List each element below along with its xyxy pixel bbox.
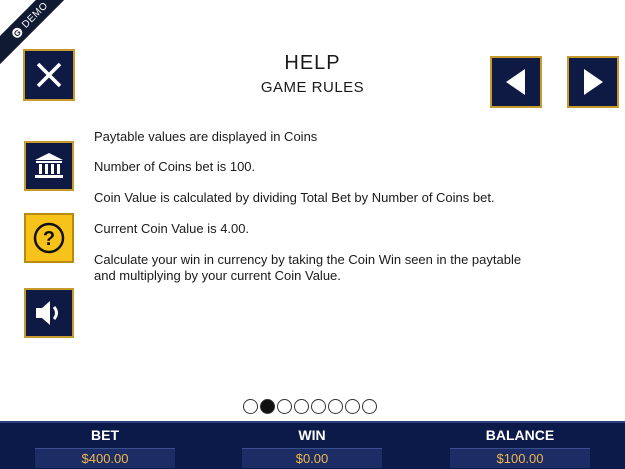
rule-coin-value-calc: Coin Value is calculated by dividing Tot…	[94, 190, 495, 205]
demo-label: DEMO	[19, 0, 51, 31]
page-dot-6[interactable]	[328, 399, 343, 414]
demo-badge-icon: G	[10, 25, 25, 40]
rule-paytable-coins: Paytable values are displayed in Coins	[94, 129, 318, 144]
sound-button[interactable]	[24, 288, 74, 338]
next-page-button[interactable]	[567, 56, 619, 108]
bank-icon	[35, 153, 63, 178]
paytable-button[interactable]	[24, 141, 74, 191]
triangle-right-icon	[584, 69, 603, 95]
speaker-icon	[36, 301, 58, 325]
balance-display: BALANCE $100.00	[430, 423, 610, 468]
rules-text: Paytable values are displayed in Coins N…	[94, 129, 534, 299]
page-dot-1[interactable]	[243, 399, 258, 414]
page-dot-2[interactable]	[260, 399, 275, 414]
page-dot-5[interactable]	[311, 399, 326, 414]
bet-label: BET	[91, 427, 119, 443]
svg-text:?: ?	[43, 228, 55, 250]
rule-coins-bet: Number of Coins bet is 100.	[94, 159, 256, 174]
balance-value: $100.00	[450, 448, 590, 468]
page-dot-7[interactable]	[345, 399, 360, 414]
page-dot-8[interactable]	[362, 399, 377, 414]
triangle-left-icon	[506, 69, 525, 95]
status-bar: BET $400.00 WIN $0.00 BALANCE $100.00	[0, 421, 625, 469]
page-indicator	[243, 399, 377, 414]
win-display: WIN $0.00	[222, 423, 402, 468]
page-dot-3[interactable]	[277, 399, 292, 414]
win-value: $0.00	[242, 448, 382, 468]
win-label: WIN	[298, 427, 326, 443]
rule-current-coin-value: Current Coin Value is 4.00.	[94, 221, 250, 236]
question-icon: ?	[33, 222, 65, 254]
bet-value: $400.00	[35, 448, 175, 468]
balance-label: BALANCE	[485, 427, 555, 443]
bet-display: BET $400.00	[15, 423, 195, 468]
rule-win-calculation: Calculate your win in currency by taking…	[94, 252, 522, 283]
previous-page-button[interactable]	[490, 56, 542, 108]
help-button[interactable]: ?	[24, 213, 74, 263]
page-dot-4[interactable]	[294, 399, 309, 414]
